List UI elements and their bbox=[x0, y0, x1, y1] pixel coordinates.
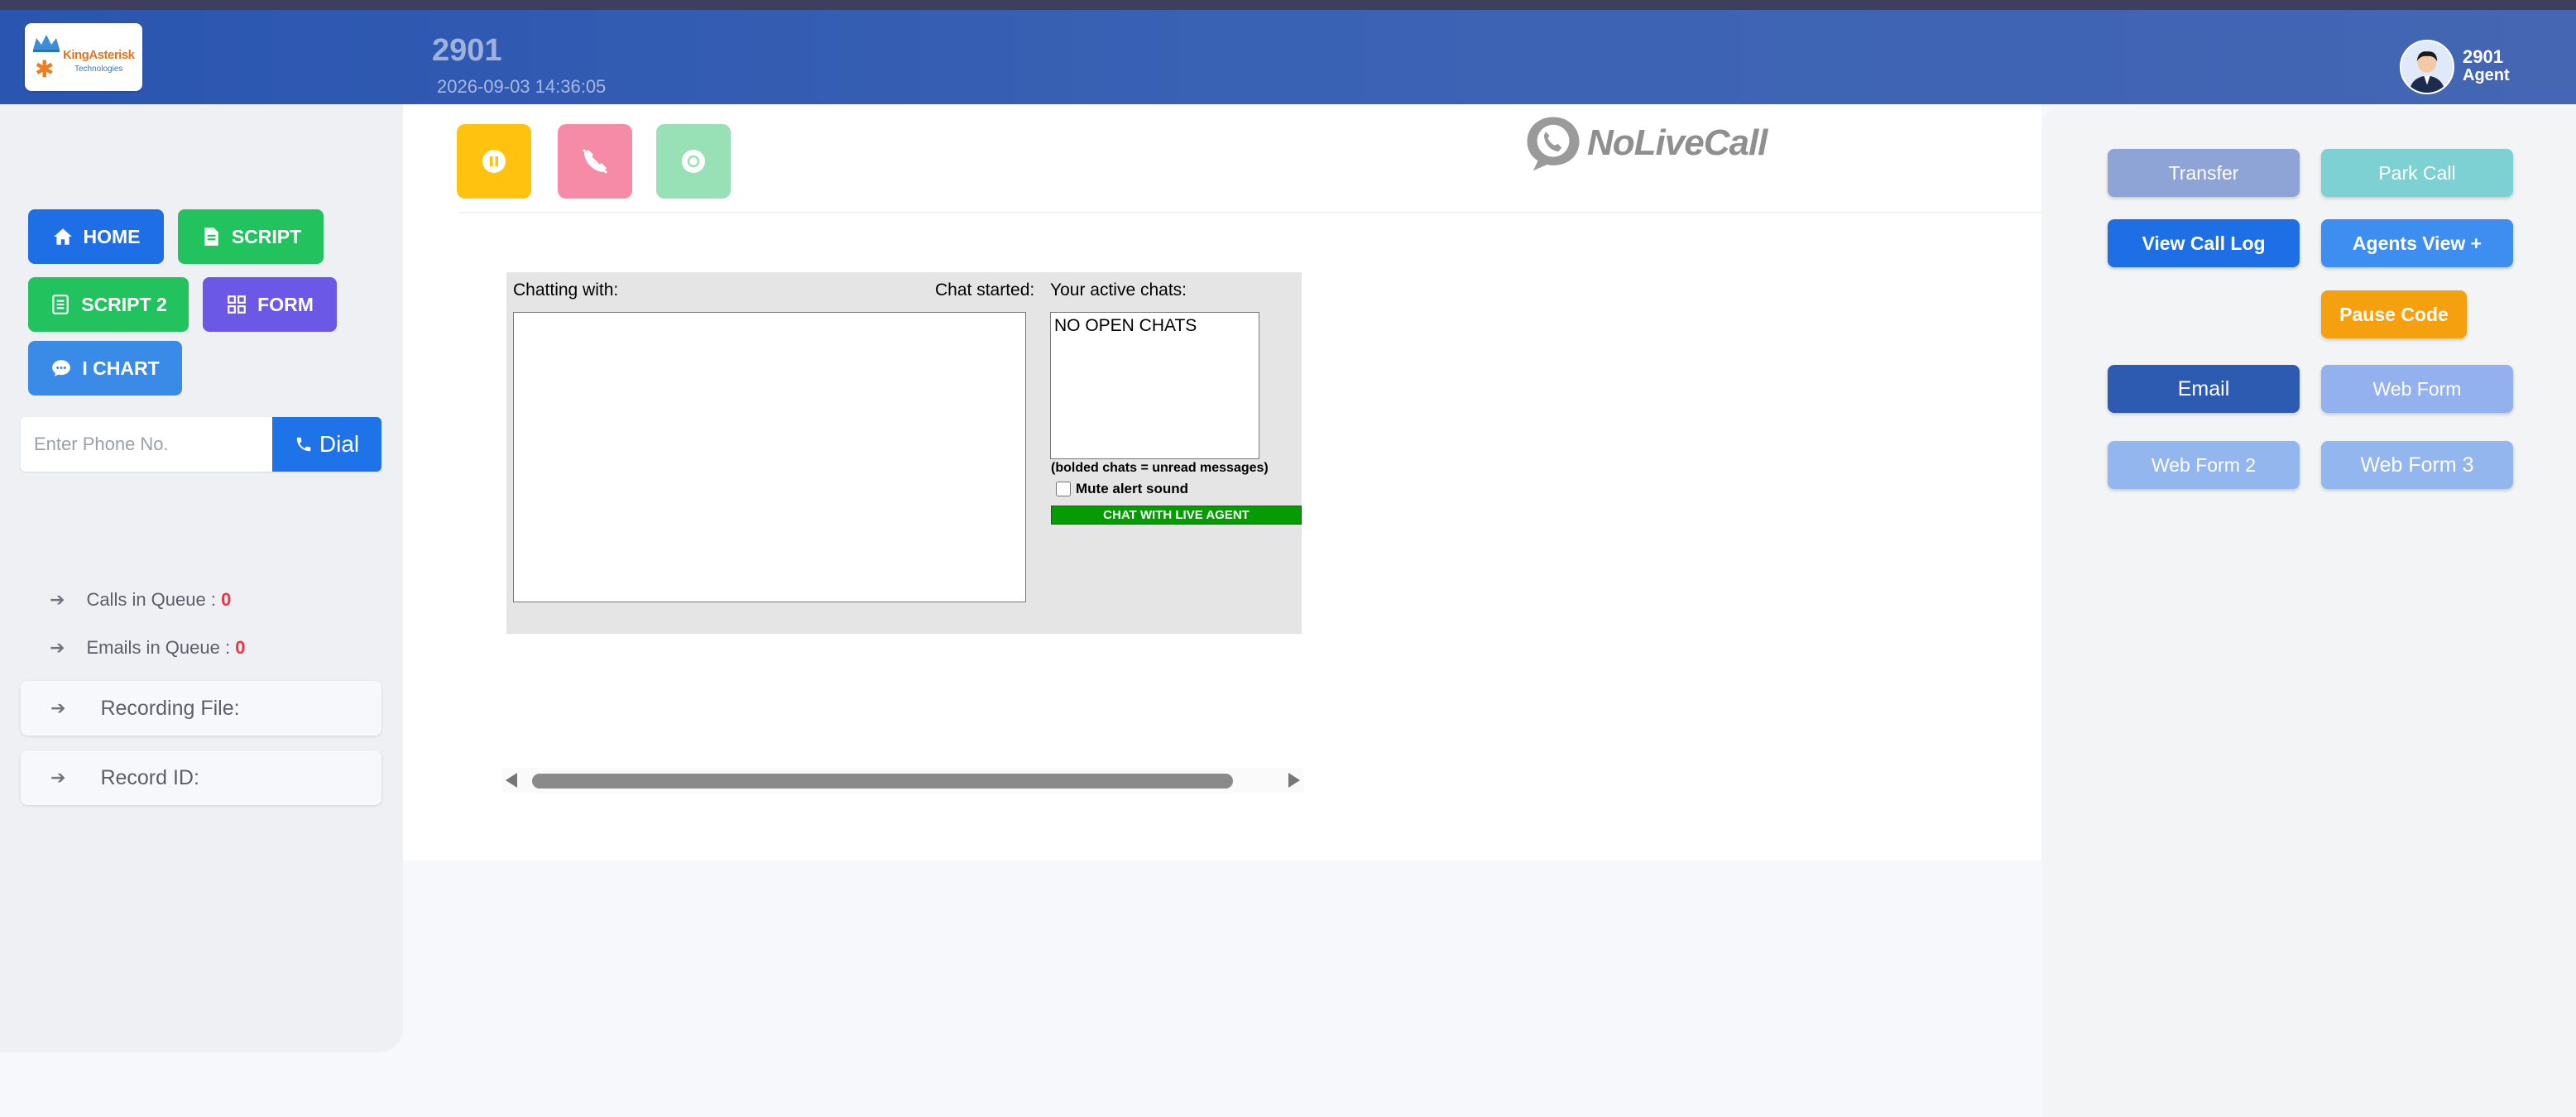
header: ✱ KingAsterisk Technologies 2901 2026-09… bbox=[0, 10, 2576, 104]
arrow-right-icon: ➔ bbox=[50, 767, 66, 788]
email-button[interactable]: Email bbox=[2108, 365, 2300, 413]
transfer-button[interactable]: Transfer bbox=[2108, 149, 2300, 197]
agent-extension: 2901 bbox=[432, 33, 502, 68]
crown-logo-icon bbox=[33, 35, 60, 52]
logo-tagline-text: Technologies bbox=[74, 65, 123, 74]
calls-in-queue-label: Calls in Queue : bbox=[86, 589, 216, 610]
scrollbar-thumb[interactable] bbox=[532, 774, 1233, 789]
nolivecall-logo: NoLiveCall bbox=[1523, 111, 1768, 175]
chat-panel: Chatting with: Chat started: Your active… bbox=[506, 272, 1302, 634]
main-content: NoLiveCall Chatting with: Chat started: … bbox=[403, 104, 2041, 861]
active-chats-label: Your active chats: bbox=[1050, 280, 1187, 300]
user-name: 2901 bbox=[2463, 46, 2503, 67]
scroll-right-arrow-icon[interactable] bbox=[1288, 773, 1300, 788]
emails-in-queue-count: 0 bbox=[235, 637, 246, 658]
home-button-label: HOME bbox=[83, 225, 141, 247]
form-button-label: FORM bbox=[257, 293, 314, 315]
chat-window[interactable] bbox=[513, 312, 1026, 602]
record-id-card: ➔ Record ID: bbox=[21, 750, 381, 805]
chat-with-live-agent-button[interactable]: CHAT WITH LIVE AGENT bbox=[1051, 506, 1302, 525]
logo-brand-text: KingAsterisk bbox=[63, 48, 135, 62]
mute-alert-checkbox[interactable] bbox=[1056, 482, 1071, 496]
phone-number-input[interactable] bbox=[21, 417, 272, 472]
web-form-3-button[interactable]: Web Form 3 bbox=[2321, 441, 2513, 489]
dial-box: Dial bbox=[21, 417, 381, 472]
script-button[interactable]: SCRIPT bbox=[178, 209, 324, 264]
mute-alert-label: Mute alert sound bbox=[1076, 481, 1189, 496]
hangup-icon bbox=[583, 149, 607, 174]
chat-bubble-icon bbox=[52, 360, 71, 376]
dial-button-label: Dial bbox=[319, 431, 360, 457]
user-role: Agent bbox=[2463, 66, 2510, 84]
pause-call-button[interactable] bbox=[457, 124, 531, 199]
mute-alert-row: Mute alert sound bbox=[1056, 481, 1188, 497]
top-stripe bbox=[0, 0, 2576, 10]
hangup-button[interactable] bbox=[558, 124, 632, 199]
web-form-button[interactable]: Web Form bbox=[2321, 365, 2513, 413]
grid-icon bbox=[228, 295, 246, 314]
horizontal-scrollbar[interactable] bbox=[502, 768, 1303, 793]
document-icon bbox=[204, 228, 218, 246]
emails-in-queue-label: Emails in Queue : bbox=[86, 637, 231, 658]
current-datetime: 2026-09-03 14:36:05 bbox=[437, 76, 607, 97]
chat-started-label: Chat started: bbox=[935, 280, 1035, 300]
pause-icon bbox=[482, 150, 506, 173]
agents-view-button[interactable]: Agents View + bbox=[2321, 219, 2513, 267]
script2-button-label: SCRIPT 2 bbox=[81, 293, 167, 315]
right-action-panel: Transfer Park Call View Call Log Agents … bbox=[2041, 108, 2576, 1117]
park-call-button[interactable]: Park Call bbox=[2321, 149, 2513, 197]
ichart-button[interactable]: I CHART bbox=[28, 341, 182, 396]
script2-button[interactable]: SCRIPT 2 bbox=[28, 277, 189, 332]
phone-icon bbox=[296, 437, 311, 452]
calls-in-queue: ➔ Calls in Queue : 0 bbox=[50, 589, 231, 611]
user-avatar-icon bbox=[2401, 41, 2453, 93]
record-button[interactable] bbox=[656, 124, 731, 199]
company-logo[interactable]: ✱ KingAsterisk Technologies bbox=[25, 23, 142, 91]
agent-console: ✱ KingAsterisk Technologies 2901 2026-09… bbox=[0, 0, 2576, 1117]
record-id-label: Record ID: bbox=[100, 765, 199, 789]
web-form-2-button[interactable]: Web Form 2 bbox=[2108, 441, 2300, 489]
scroll-left-arrow-icon[interactable] bbox=[506, 773, 517, 788]
asterisk-logo-icon: ✱ bbox=[35, 56, 55, 82]
active-chats-list[interactable]: NO OPEN CHATS bbox=[1050, 312, 1259, 459]
arrow-right-icon: ➔ bbox=[50, 637, 65, 658]
chatting-with-label: Chatting with: bbox=[513, 280, 619, 300]
list-document-icon bbox=[52, 295, 69, 314]
nolivecall-logo-text: NoLiveCall bbox=[1587, 122, 1768, 163]
arrow-right-icon: ➔ bbox=[50, 589, 65, 610]
home-button[interactable]: HOME bbox=[28, 209, 164, 264]
unread-note: (bolded chats = unread messages) bbox=[1051, 461, 1269, 475]
arrow-right-icon: ➔ bbox=[50, 698, 66, 718]
avatar[interactable] bbox=[2400, 40, 2454, 94]
home-icon bbox=[53, 228, 72, 245]
pause-code-button[interactable]: Pause Code bbox=[2321, 290, 2467, 338]
dial-button[interactable]: Dial bbox=[272, 417, 381, 472]
divider bbox=[459, 212, 2041, 213]
ichart-button-label: I CHART bbox=[82, 357, 160, 379]
no-open-chats-text: NO OPEN CHATS bbox=[1054, 316, 1197, 335]
phone-bubble-logo-icon bbox=[1527, 117, 1580, 171]
calls-in-queue-count: 0 bbox=[221, 589, 232, 610]
record-icon bbox=[682, 150, 705, 173]
recording-file-label: Recording File: bbox=[100, 696, 240, 720]
form-button[interactable]: FORM bbox=[203, 277, 337, 332]
emails-in-queue: ➔ Emails in Queue : 0 bbox=[50, 637, 245, 659]
recording-file-card: ➔ Recording File: bbox=[21, 681, 381, 736]
script-button-label: SCRIPT bbox=[231, 225, 302, 247]
view-call-log-button[interactable]: View Call Log bbox=[2108, 219, 2300, 267]
